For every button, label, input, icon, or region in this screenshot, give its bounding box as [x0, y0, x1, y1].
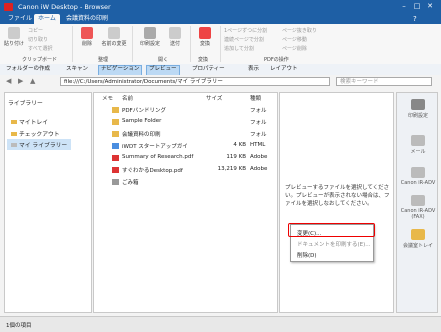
- select-all-button[interactable]: すべて選択: [28, 45, 52, 52]
- scan-button[interactable]: スキャン: [64, 65, 90, 74]
- split-continuous[interactable]: 連続ページで分割: [224, 36, 264, 43]
- print-settings-button[interactable]: 印刷設定: [136, 27, 164, 47]
- table-row[interactable]: Summary of Research.pdf 119 KB Adobe: [112, 154, 277, 163]
- column-type[interactable]: 種類: [250, 94, 261, 102]
- output-print-settings[interactable]: 印刷設定: [397, 99, 439, 119]
- convert-button[interactable]: 変換: [194, 27, 216, 47]
- properties-button[interactable]: プロパティー: [190, 65, 227, 74]
- group-convert: 変換: [198, 57, 209, 63]
- output-canon-ir-adv[interactable]: Canon iR-ADV: [397, 167, 439, 186]
- menu-bar: ファイル ホーム 会議資料の印刷 ?: [0, 14, 441, 24]
- paste-icon: [8, 27, 20, 39]
- address-bar[interactable]: file:///C:/Users/Administrator/Documents…: [60, 77, 330, 86]
- title-bar: Canon iW Desktop - Browser – □ ✕: [0, 0, 441, 14]
- table-row[interactable]: PDFバンドリング フォル: [112, 106, 277, 115]
- group-organize: 整理: [98, 57, 109, 63]
- extract-pages[interactable]: ページ抜き取り: [282, 27, 317, 34]
- search-input[interactable]: 検索キーワード: [336, 77, 432, 86]
- printer-icon: [144, 27, 156, 39]
- add-split[interactable]: 追加して分割: [224, 45, 254, 52]
- printer-icon: [411, 99, 425, 110]
- group-pdf-ops: PDFの操作: [264, 57, 289, 63]
- table-row[interactable]: 会議資料の印刷 フォル: [112, 130, 277, 139]
- maximize-button[interactable]: □: [412, 2, 422, 11]
- back-icon[interactable]: ◀: [6, 77, 11, 85]
- delete-icon: [81, 27, 93, 39]
- forward-icon[interactable]: ▶: [18, 77, 23, 85]
- tree-item-my-tray[interactable]: マイトレイ: [11, 117, 48, 126]
- output-canon-ir-adv-fax[interactable]: Canon iR-ADV (FAX): [397, 195, 439, 220]
- menu-item-delete[interactable]: 削除(D): [297, 251, 317, 259]
- output-bar: 印刷設定 メール Canon iR-ADV Canon iR-ADV (FAX)…: [396, 92, 438, 313]
- column-name[interactable]: 名前: [122, 94, 133, 102]
- preview-message: プレビューするファイルを選択してください。プレビューが表示されない場合は、ファイ…: [285, 185, 390, 207]
- table-row[interactable]: iWDT スタートアップガイ 4 KB HTML: [112, 142, 277, 151]
- status-text: 1個の項目: [6, 323, 32, 329]
- table-row[interactable]: すぐわかるDesktop.pdf 13,219 KB Adobe: [112, 166, 277, 175]
- copy-button[interactable]: コピー: [28, 27, 43, 34]
- menu-item-print[interactable]: ドキュメントを印刷する(E)...: [297, 240, 371, 248]
- up-icon[interactable]: ▲: [30, 77, 35, 85]
- group-clipboard: クリップボード: [22, 57, 58, 63]
- group-open: 開く: [158, 57, 169, 63]
- rename-icon: [108, 27, 120, 39]
- tab-file[interactable]: ファイル: [4, 14, 36, 24]
- app-icon: [4, 3, 13, 11]
- cut-button[interactable]: 切り取り: [28, 36, 48, 43]
- output-meeting-tray[interactable]: 会議室トレイ: [397, 229, 439, 249]
- highlight-box: [288, 223, 375, 237]
- delete-button[interactable]: 削除: [76, 27, 98, 47]
- navigation-pane: ライブラリー マイトレイ チェックアウト マイ ライブラリー: [4, 92, 92, 313]
- minimize-button[interactable]: –: [399, 2, 409, 11]
- new-folder-button[interactable]: フォルダーの作成: [4, 65, 52, 74]
- rename-button[interactable]: 名前の変更: [100, 27, 128, 47]
- view-dropdown[interactable]: 表示: [246, 65, 261, 74]
- ribbon: 貼り付け コピー 切り取り すべて選択 クリップボード 削除 名前の変更 整理 …: [0, 24, 441, 65]
- layout-dropdown[interactable]: レイアウト: [268, 65, 300, 74]
- table-row[interactable]: ごみ箱: [112, 178, 277, 187]
- send-icon: [169, 27, 181, 39]
- tab-home[interactable]: ホーム: [34, 14, 60, 24]
- library-label: ライブラリー: [8, 101, 43, 107]
- tree-item-checkout[interactable]: チェックアウト: [11, 129, 60, 138]
- move-pages[interactable]: ページ移動: [282, 36, 307, 43]
- device-icon: [411, 167, 425, 178]
- fax-icon: [411, 195, 425, 206]
- close-button[interactable]: ✕: [425, 2, 435, 11]
- column-size[interactable]: サイズ: [206, 94, 222, 102]
- pdf-convert-icon: [199, 27, 211, 39]
- folder-icon: [411, 229, 425, 240]
- help-icon[interactable]: ?: [413, 15, 417, 23]
- window-title: Canon iW Desktop - Browser: [18, 3, 111, 11]
- mail-icon: [411, 135, 425, 146]
- output-mail[interactable]: メール: [397, 135, 439, 155]
- split-each-page[interactable]: 1ページずつに分割: [224, 27, 267, 34]
- table-row[interactable]: Sample Folder フォル: [112, 118, 277, 127]
- tab-meeting-print[interactable]: 会議資料の印刷: [62, 14, 112, 24]
- tree-item-my-library[interactable]: マイ ライブラリー: [7, 139, 72, 150]
- delete-pages[interactable]: ページ削除: [282, 45, 307, 52]
- paste-button[interactable]: 貼り付け: [3, 27, 25, 47]
- send-button[interactable]: 送付: [164, 27, 186, 47]
- file-list: メモ 名前 サイズ 種類 PDFバンドリング フォル Sample Folder フ…: [93, 92, 278, 313]
- column-memo[interactable]: メモ: [102, 94, 113, 102]
- status-bar: 1個の項目: [0, 316, 441, 332]
